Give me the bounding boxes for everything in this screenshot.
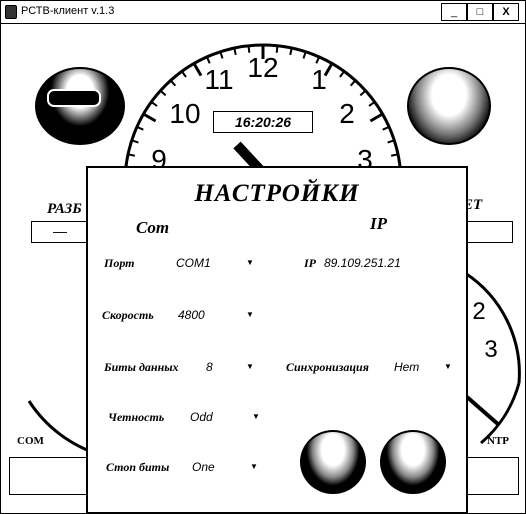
port-select[interactable]: COM1 [176,256,211,270]
ball-left-mark [47,89,101,107]
clock-tick [390,153,399,157]
small-dial-number-3: 3 [484,336,497,363]
title-bar: РСТВ-клиент v.1.3 _ □ X [1,1,525,24]
clock-tick [159,89,167,97]
stopbits-dropdown-icon[interactable]: ▼ [250,462,258,471]
settings-dialog: НАСТРОЙКИ Com IP Порт COM1 ▼ Скорость 48… [86,166,468,514]
ip-input[interactable]: 89.109.251.21 [324,256,401,270]
bg-left-label: РАЗБ [47,201,82,217]
speed-select[interactable]: 4800 [178,308,205,322]
app-icon [5,5,17,19]
clock-tick [192,62,203,77]
glossy-ball-cancel-icon[interactable] [380,430,446,494]
clock-tick [315,56,321,64]
parity-select[interactable]: Odd [190,410,213,424]
clock-tick [289,47,293,56]
clock-tick [136,125,144,131]
dial-number-11: 11 [204,64,233,95]
port-label: Порт [104,256,135,270]
clock-tick [169,79,177,87]
dial-number-2: 2 [339,98,355,129]
ntp-label: NTP [487,435,509,447]
dial-number-10: 10 [169,98,200,129]
clock-tick [150,101,158,107]
speed-label: Скорость [102,308,154,322]
clock-tick [181,70,187,78]
clock-tick [142,112,157,123]
com-section-title: Com [136,218,170,237]
clock-tick [382,125,390,131]
clock-tick [359,89,367,97]
sync-select[interactable]: Нет [394,360,419,374]
minimize-button[interactable]: _ [441,3,467,21]
dial-number-12: 12 [247,52,278,83]
clock-tick [219,51,224,59]
stopbits-select[interactable]: One [192,460,215,474]
sync-dropdown-icon[interactable]: ▼ [444,362,452,371]
time-display: 16:20:26 [213,111,313,133]
close-button[interactable]: X [493,3,519,21]
glossy-ball-right-icon[interactable] [407,67,491,145]
clock-tick [369,112,384,123]
clock-tick [339,70,345,78]
clock-tick [302,51,307,59]
clock-tick [368,101,376,107]
clock-tick [205,56,211,64]
sync-label: Синхронизация [286,360,369,374]
ip-label: IP [304,256,316,270]
dialog-title: НАСТРОЙКИ [194,180,360,207]
maximize-button[interactable]: □ [467,3,493,21]
window-title: РСТВ-клиент v.1.3 [21,5,115,17]
small-clock-right: 2 3 [464,271,521,445]
databits-label: Биты данных [104,360,179,374]
bg-left-value: — [53,223,67,239]
clock-tick [131,139,139,144]
glossy-ball-ok-icon[interactable] [300,430,366,494]
speed-dropdown-icon[interactable]: ▼ [246,310,254,319]
small-dial-number-2: 2 [472,298,485,325]
small-clock-hand [465,395,501,427]
com-label: COM [17,435,44,447]
clock-tick [349,79,357,87]
clock-tick [233,47,237,56]
parity-dropdown-icon[interactable]: ▼ [252,412,260,421]
port-dropdown-icon[interactable]: ▼ [246,258,254,267]
parity-label: Четность [108,410,165,424]
databits-dropdown-icon[interactable]: ▼ [246,362,254,371]
stopbits-label: Стоп биты [106,460,170,474]
dial-number-1: 1 [311,64,327,95]
databits-select[interactable]: 8 [206,360,213,374]
ip-section-title: IP [370,214,387,233]
clock-tick [127,153,136,157]
clock-tick [387,139,395,144]
